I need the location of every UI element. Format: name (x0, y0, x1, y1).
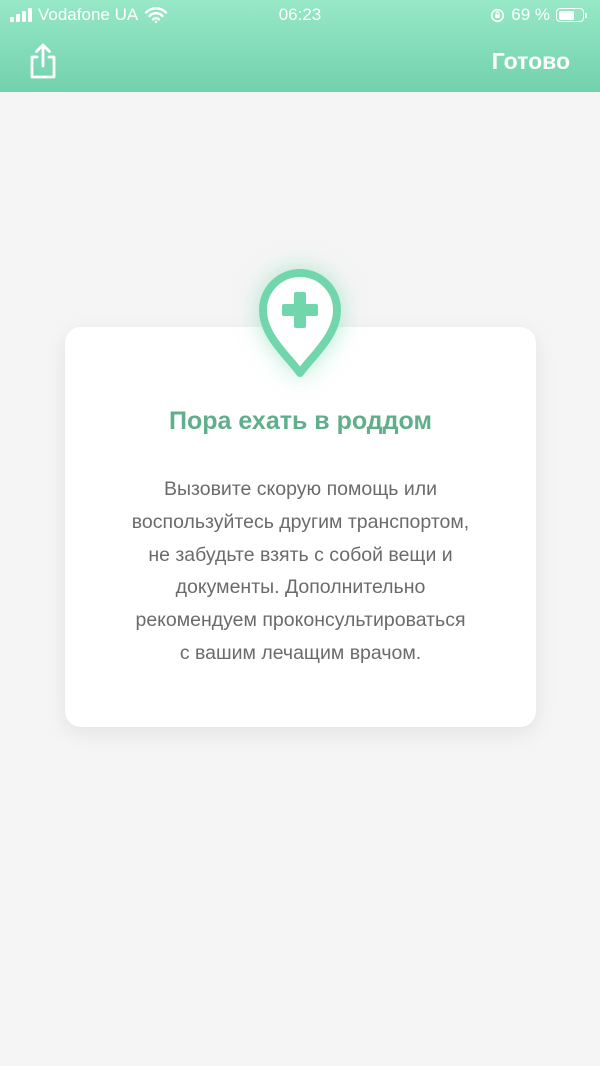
card-body-line: рекомендуем проконсультироваться (135, 609, 466, 632)
top-bar: Vodafone UA 06:23 69 % Готово (0, 0, 600, 92)
done-button[interactable]: Готово (492, 48, 570, 75)
battery-icon (556, 8, 587, 22)
card-body-line: документы. Дополнительно (175, 576, 426, 599)
card-title: Пора ехать в роддом (168, 407, 432, 435)
status-bar: Vodafone UA 06:23 69 % (0, 0, 600, 30)
share-button[interactable] (26, 42, 60, 80)
card-body-line: воспользуйтесь другим транспортом, (131, 510, 470, 533)
notification-card: Пора ехать в роддом Вызовите скорую помо… (65, 327, 536, 727)
status-right: 69 % (490, 5, 587, 25)
card-body-line: с вашим лечащим врачом. (179, 641, 422, 664)
battery-percent: 69 % (511, 5, 550, 24)
share-icon (30, 43, 56, 79)
card-body-line: Вызовите скорую помощь или (163, 478, 438, 500)
card-body: Вызовите скорую помощь или воспользуйтес… (85, 473, 516, 670)
medical-location-pin-icon (259, 269, 341, 377)
orientation-lock-icon (491, 8, 505, 22)
card-body-line: не забудьте взять с собой вещи и (148, 543, 453, 566)
